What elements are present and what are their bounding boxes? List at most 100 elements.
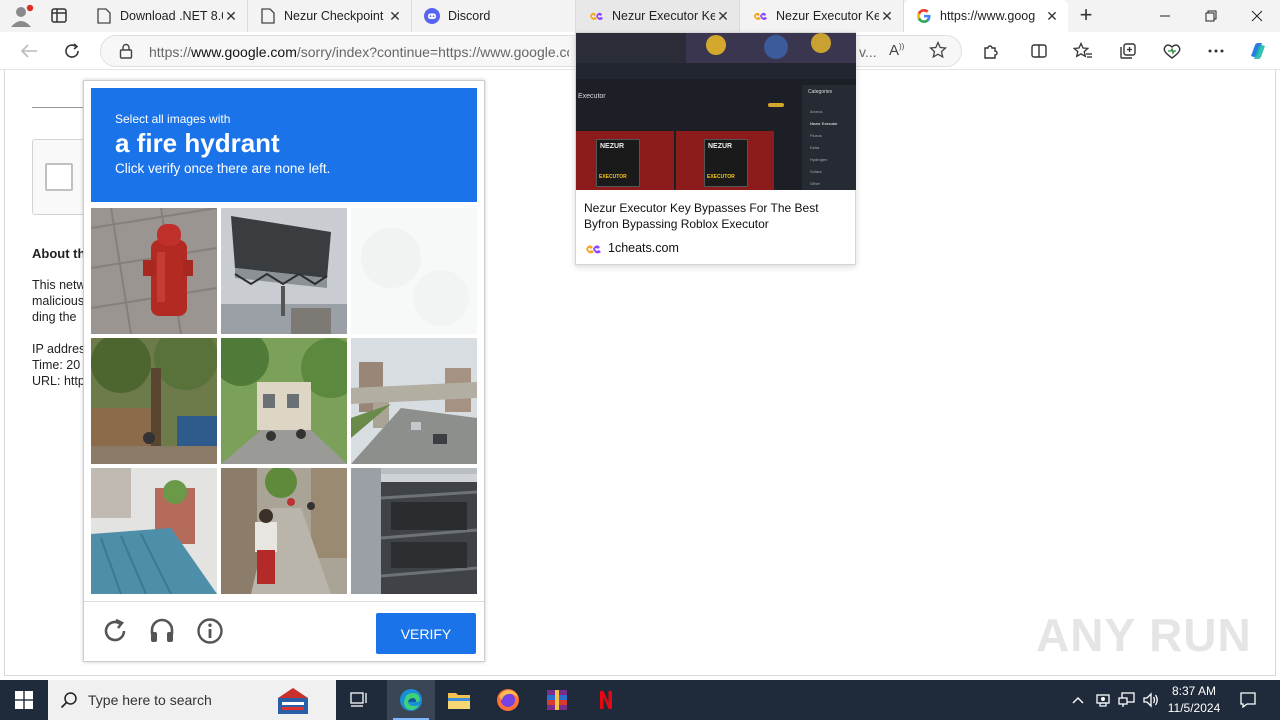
captcha-tile-motorbike[interactable] bbox=[221, 468, 347, 594]
preview-product-box: NEZUR EXECUTOR bbox=[704, 139, 748, 187]
captcha-tile-sign[interactable] bbox=[221, 208, 347, 334]
more-options-icon[interactable] bbox=[1201, 36, 1231, 66]
notifications-icon[interactable] bbox=[1234, 680, 1262, 720]
captcha-select-text: Select all images with bbox=[115, 112, 231, 126]
1cheats-icon bbox=[584, 242, 602, 260]
preview-heading: Executor bbox=[578, 93, 606, 100]
url-path: /sorry/index?continue=https://www.google… bbox=[296, 44, 569, 60]
close-icon[interactable]: ✕ bbox=[715, 8, 731, 24]
browser-tab-bar: Download .NET 8.0 ✕ Nezur Checkpoint ✕ D… bbox=[0, 0, 1280, 32]
profile-icon[interactable] bbox=[8, 4, 34, 28]
tab-google[interactable]: https://www.goog ✕ bbox=[904, 0, 1068, 32]
captcha-tile-overpass[interactable] bbox=[351, 338, 477, 464]
favorites-icon[interactable] bbox=[1068, 36, 1098, 66]
favorite-star-icon[interactable] bbox=[928, 40, 948, 64]
taskbar-clock[interactable]: 8:37 AM 11/5/2024 bbox=[1160, 683, 1228, 717]
collections-icon[interactable] bbox=[1113, 36, 1143, 66]
tab-nezur-executor-1[interactable]: Nezur Executor Key ✕ bbox=[576, 0, 740, 32]
captcha-tile-balcony[interactable] bbox=[351, 468, 477, 594]
preview-title: Nezur Executor Key Bypasses For The Best… bbox=[584, 201, 819, 231]
back-icon[interactable] bbox=[14, 36, 44, 66]
time-line: Time: 20 bbox=[32, 358, 81, 372]
preview-categories-panel: Categories Arceus Nezur Executor Fluxus … bbox=[802, 85, 856, 190]
page-icon bbox=[96, 8, 112, 24]
copilot-icon[interactable] bbox=[1243, 36, 1273, 66]
url-text[interactable]: https://www.google.com/sorry/index?conti… bbox=[149, 44, 569, 60]
preview-product-box: NEZUR EXECUTOR bbox=[596, 139, 640, 187]
body-line: ding the bbox=[32, 310, 77, 324]
preview-product-card: NEZUR EXECUTOR bbox=[576, 131, 674, 190]
1cheats-icon bbox=[588, 8, 604, 24]
captcha-tile-street[interactable] bbox=[221, 338, 347, 464]
taskbar-search-box[interactable]: Type here to search bbox=[48, 680, 336, 720]
firefox-icon[interactable] bbox=[484, 680, 532, 720]
audio-challenge-icon[interactable] bbox=[147, 616, 177, 646]
body-line: malicious bbox=[32, 294, 85, 308]
new-tab-button[interactable]: + bbox=[1074, 4, 1098, 28]
tab-actions-icon[interactable] bbox=[48, 6, 70, 26]
task-view-icon[interactable] bbox=[336, 680, 384, 720]
captcha-instruction: Click verify once there are none left. bbox=[115, 161, 331, 176]
verify-button[interactable]: VERIFY bbox=[376, 613, 476, 654]
search-highlight-icon bbox=[274, 684, 312, 720]
netflix-icon[interactable] bbox=[582, 680, 630, 720]
edge-app-icon[interactable] bbox=[387, 680, 435, 720]
close-icon[interactable]: ✕ bbox=[879, 8, 895, 24]
tab-nezur-checkpoint[interactable]: Nezur Checkpoint ✕ bbox=[248, 0, 412, 32]
url-prefix: https:// bbox=[149, 44, 192, 60]
discord-icon bbox=[424, 8, 440, 24]
preview-banner bbox=[576, 33, 856, 63]
captcha-tile-blank[interactable] bbox=[351, 208, 477, 334]
1cheats-icon bbox=[752, 8, 768, 24]
screen: Download .NET 8.0 ✕ Nezur Checkpoint ✕ D… bbox=[0, 0, 1280, 720]
search-icon bbox=[60, 691, 78, 714]
close-icon[interactable]: ✕ bbox=[223, 8, 239, 24]
close-window-button[interactable] bbox=[1234, 0, 1280, 32]
tab-discord[interactable]: Discord bbox=[412, 0, 576, 32]
recaptcha-checkbox[interactable] bbox=[45, 163, 73, 191]
preview-thumbnail: Executor Categories Arceus Nezur Executo… bbox=[576, 33, 856, 190]
preview-heading-badge bbox=[768, 103, 784, 107]
tab-title: Nezur Checkpoint bbox=[284, 9, 384, 23]
captcha-tile-trees[interactable] bbox=[91, 338, 217, 464]
preview-category-item: Delta bbox=[810, 145, 820, 150]
tab-dotnet[interactable]: Download .NET 8.0 ✕ bbox=[84, 0, 248, 32]
minimize-button[interactable] bbox=[1142, 0, 1188, 32]
google-icon bbox=[916, 8, 932, 24]
extensions-icon[interactable] bbox=[976, 36, 1006, 66]
captcha-challenge: Select all images with a fire hydrant Cl… bbox=[83, 80, 485, 662]
volume-icon[interactable] bbox=[1140, 680, 1162, 720]
tab-hover-preview[interactable]: Executor Categories Arceus Nezur Executo… bbox=[575, 32, 856, 265]
file-explorer-icon[interactable] bbox=[435, 680, 483, 720]
refresh-icon[interactable] bbox=[57, 36, 87, 66]
info-icon[interactable] bbox=[195, 616, 225, 646]
lock-icon[interactable] bbox=[119, 43, 133, 64]
winrar-icon[interactable] bbox=[533, 680, 581, 720]
split-screen-icon[interactable] bbox=[1024, 36, 1054, 66]
divider bbox=[32, 107, 84, 108]
tab-title: https://www.goog bbox=[940, 9, 1036, 23]
preview-product-label: EXECUTOR bbox=[599, 174, 627, 180]
clock-date: 11/5/2024 bbox=[1167, 701, 1221, 715]
tab-title: Nezur Executor Key bbox=[776, 9, 879, 23]
browser-essentials-icon[interactable] bbox=[1157, 36, 1187, 66]
preview-category-item: Other bbox=[810, 181, 821, 186]
device-icon[interactable] bbox=[1093, 680, 1113, 720]
read-aloud-icon[interactable]: A)) bbox=[889, 42, 904, 59]
captcha-tile-hydrant[interactable] bbox=[91, 208, 217, 334]
tab-title: Download .NET 8.0 bbox=[120, 9, 223, 23]
preview-category-item: Fluxus bbox=[810, 133, 822, 138]
captcha-header: Select all images with a fire hydrant Cl… bbox=[91, 88, 477, 202]
show-hidden-icons-icon[interactable] bbox=[1068, 680, 1088, 720]
preview-category-item: Hydrogen bbox=[810, 157, 828, 162]
close-icon[interactable]: ✕ bbox=[1044, 8, 1060, 24]
reload-icon[interactable] bbox=[100, 616, 130, 646]
network-icon[interactable] bbox=[1116, 680, 1138, 720]
captcha-tile-roof[interactable] bbox=[91, 468, 217, 594]
preview-category-item: Nezur Executor bbox=[810, 121, 838, 126]
close-icon[interactable]: ✕ bbox=[387, 8, 403, 24]
search-placeholder: Type here to search bbox=[88, 692, 212, 708]
start-button[interactable] bbox=[0, 680, 48, 720]
restore-button[interactable] bbox=[1188, 0, 1234, 32]
tab-nezur-executor-2[interactable]: Nezur Executor Key ✕ bbox=[740, 0, 904, 32]
